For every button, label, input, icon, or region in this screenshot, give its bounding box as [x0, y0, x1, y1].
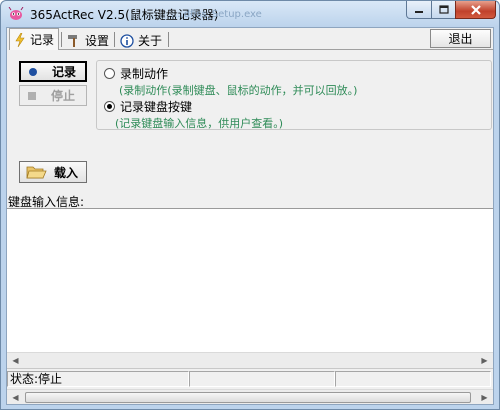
radio-button-selected[interactable] [104, 101, 115, 112]
stop-square-icon [28, 91, 36, 100]
close-icon [470, 4, 481, 15]
tab-settings-label: 设置 [85, 34, 110, 48]
maximize-icon [438, 5, 449, 14]
tab-about[interactable]: 关于 [116, 31, 168, 50]
tab-underline [59, 49, 493, 50]
scroll-thumb[interactable] [25, 392, 471, 403]
title-bar[interactable]: 365ActRec V2.5(鼠标键盘记录器) ....dfiss_Setup.… [1, 1, 499, 27]
tab-separator [168, 32, 169, 47]
horizontal-scrollbar[interactable]: ◀ ▶ [7, 352, 493, 368]
lightning-icon [15, 32, 25, 47]
app-window: 365ActRec V2.5(鼠标键盘记录器) ....dfiss_Setup.… [0, 0, 500, 410]
tab-record[interactable]: 记录 [9, 28, 59, 50]
record-button[interactable]: 记录 [19, 61, 87, 82]
tab-separator [114, 32, 115, 47]
status-panel-empty [335, 371, 491, 387]
status-text: 状态:停止 [7, 371, 189, 387]
exit-button[interactable]: 退出 [430, 29, 491, 48]
tab-about-label: 关于 [138, 34, 163, 48]
record-button-label: 记录 [52, 65, 77, 79]
load-button-label: 载入 [54, 165, 79, 180]
scroll-right-arrow-icon[interactable]: ▶ [476, 353, 493, 368]
radio-button[interactable] [104, 68, 115, 79]
minimize-button[interactable] [406, 1, 432, 19]
stop-button-label: 停止 [51, 89, 76, 103]
scroll-right-arrow-icon[interactable]: ▶ [476, 390, 493, 405]
tab-record-label: 记录 [30, 33, 55, 47]
record-dot-icon [29, 67, 37, 76]
status-bar: 状态:停止 [7, 370, 493, 388]
info-icon [120, 33, 134, 48]
keyboard-info-textarea[interactable]: ◀ ▶ [7, 208, 493, 369]
radio-record-keyboard-label: 记录键盘按键 [120, 100, 193, 114]
tab-settings[interactable]: 设置 [63, 31, 114, 50]
bottom-scrollbar[interactable]: ◀ ▶ [7, 389, 493, 404]
scroll-left-arrow-icon[interactable]: ◀ [7, 390, 24, 405]
close-button[interactable] [455, 1, 496, 19]
bee-app-icon [8, 7, 24, 20]
tab-bar: 记录 设置 关于 退出 [7, 28, 493, 50]
scroll-left-arrow-icon[interactable]: ◀ [7, 353, 24, 368]
background-title-text: ....dfiss_Setup.exe [171, 9, 262, 20]
maximize-button[interactable] [431, 1, 456, 19]
tab-separator [61, 32, 62, 47]
stop-button[interactable]: 停止 [19, 85, 87, 106]
load-button[interactable]: 载入 [19, 161, 87, 183]
hammer-icon [68, 34, 77, 47]
folder-icon [26, 166, 47, 179]
radio-record-actions-label: 录制动作 [120, 67, 169, 81]
client-area: 记录 设置 关于 退出 记录 停止 录制动作 (录制动作(录制键盘、鼠标的动作，… [6, 27, 494, 405]
radio-record-keyboard[interactable]: 记录键盘按键 [104, 98, 192, 115]
record-mode-group: 录制动作 (录制动作(录制键盘、鼠标的动作，并可以回放。) 记录键盘按键 (记录… [96, 60, 492, 130]
minimize-icon [415, 10, 423, 13]
radio-record-actions[interactable]: 录制动作 [104, 65, 168, 82]
record-actions-description: (录制动作(录制键盘、鼠标的动作，并可以回放。) [119, 84, 358, 97]
status-panel-empty [189, 371, 335, 387]
record-keyboard-description: (记录键盘输入信息，供用户查看。) [115, 117, 284, 130]
